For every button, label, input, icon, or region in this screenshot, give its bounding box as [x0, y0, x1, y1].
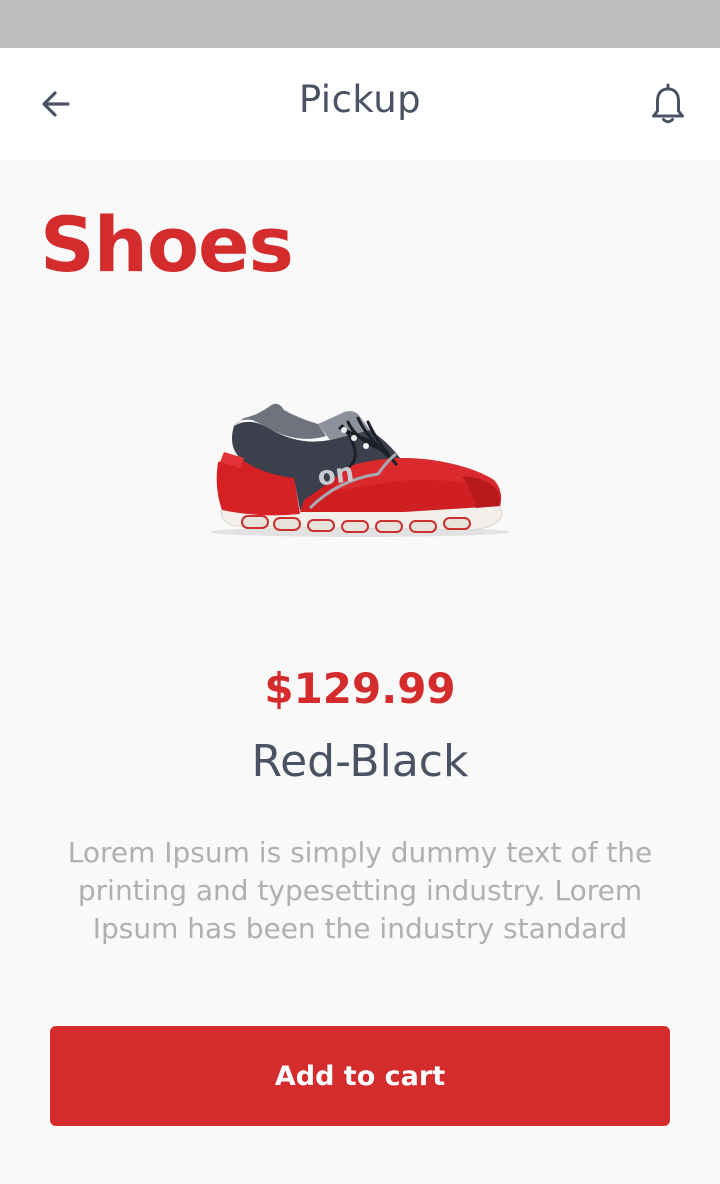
shoe-illustration: on — [210, 403, 510, 537]
add-to-cart-button[interactable]: Add to cart — [50, 1026, 670, 1126]
brand-logo-text: on — [316, 458, 356, 493]
status-bar — [0, 0, 720, 48]
product-image: on — [200, 388, 520, 548]
app-bar: Pickup — [0, 48, 720, 160]
page-heading: Shoes — [40, 200, 294, 289]
notifications-button[interactable] — [636, 76, 700, 132]
product-variant: Red-Black — [251, 736, 469, 787]
app-title: Pickup — [298, 78, 422, 121]
product-description: Lorem Ipsum is simply dummy text of the … — [67, 836, 653, 945]
product-price: $129.99 — [264, 664, 456, 713]
bell-icon — [652, 83, 684, 124]
